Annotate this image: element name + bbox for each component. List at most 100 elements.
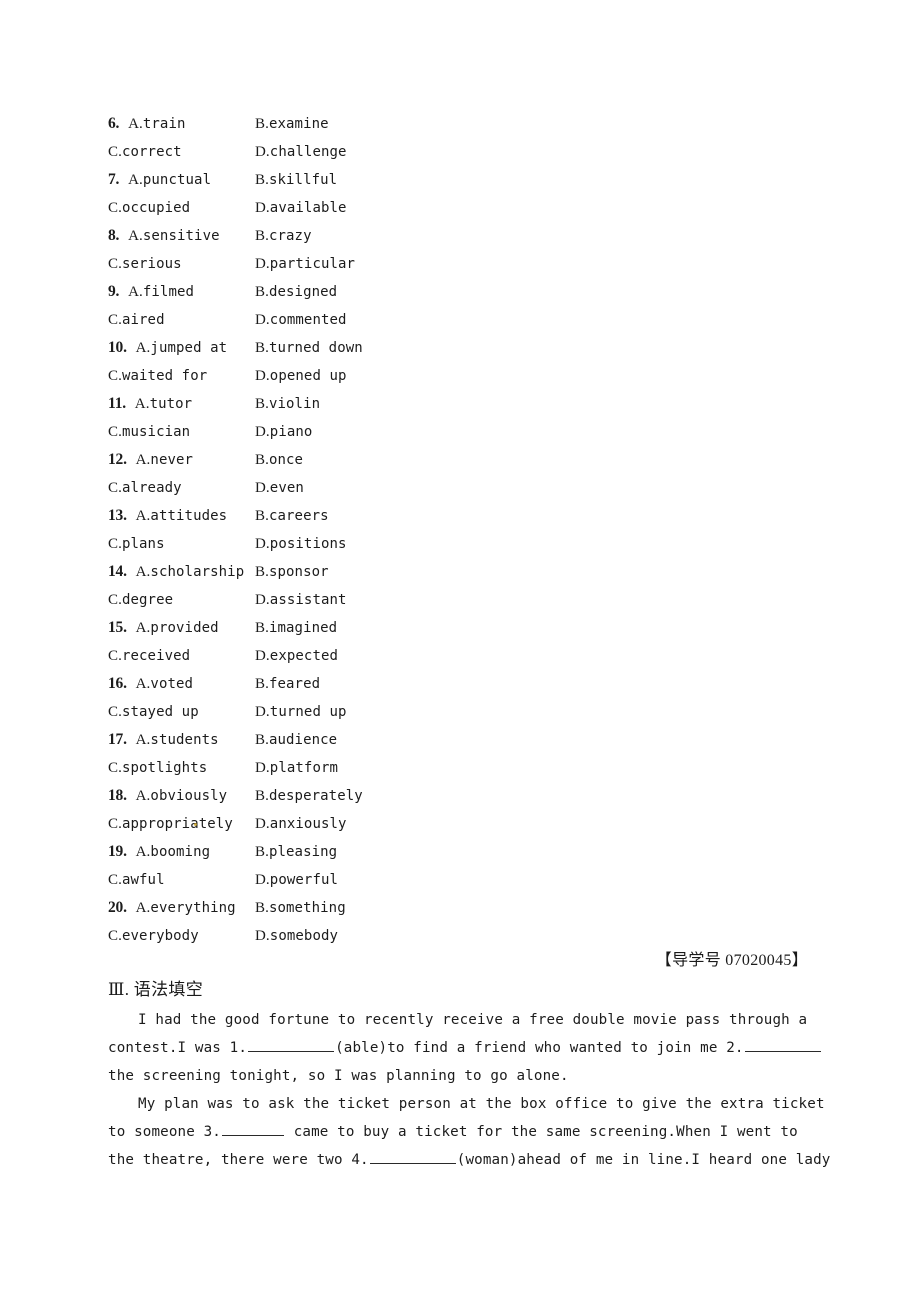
cloze-option-b[interactable]: B.sponsor (255, 558, 585, 586)
cloze-option-c[interactable]: C.occupied (108, 194, 255, 222)
option-label-b: B. (255, 340, 269, 356)
cloze-option-d[interactable]: D.powerful (255, 866, 585, 894)
fill-in-blank[interactable] (369, 1150, 456, 1164)
ink-smudge-artifact (194, 823, 197, 826)
option-text-d: available (269, 200, 347, 216)
option-text-b: examine (268, 116, 329, 132)
cloze-option-b[interactable]: B.audience (255, 726, 585, 754)
cloze-option-a[interactable]: 17. A.students (108, 726, 255, 754)
cloze-option-c[interactable]: C.received (108, 642, 255, 670)
cloze-option-c[interactable]: C.plans (108, 530, 255, 558)
option-text-c: correct (121, 144, 182, 160)
cloze-option-a[interactable]: 9. A.filmed (108, 278, 255, 306)
cloze-item-row: 7. A.punctual B.skillful (108, 166, 808, 194)
cloze-option-c[interactable]: C.correct (108, 138, 255, 166)
cloze-option-b[interactable]: B.violin (255, 390, 585, 418)
cloze-option-d[interactable]: D.platform (255, 754, 585, 782)
option-text-d: particular (269, 256, 356, 272)
cloze-option-d[interactable]: D.even (255, 474, 585, 502)
option-text-a: train (142, 116, 186, 132)
cloze-option-b[interactable]: B.examine (255, 110, 585, 138)
cloze-option-a[interactable]: 13. A.attitudes (108, 502, 255, 530)
cloze-option-d[interactable]: D.available (255, 194, 585, 222)
cloze-option-b[interactable]: B.pleasing (255, 838, 585, 866)
option-text-a: everything (150, 900, 236, 916)
option-label-d: D. (255, 312, 270, 328)
section-heading-grammar-fill: Ⅲ. 语法填空 (108, 980, 203, 999)
cloze-option-a[interactable]: 14. A.scholarship (108, 558, 255, 586)
cloze-item-row: 16. A.voted B.feared (108, 670, 808, 698)
cloze-option-c[interactable]: C.appropriately (108, 810, 255, 838)
option-label-a: A. (135, 620, 151, 636)
cloze-option-a[interactable]: 10. A.jumped at (108, 334, 255, 362)
cloze-option-d[interactable]: D.positions (255, 530, 585, 558)
cloze-option-c[interactable]: C.awful (108, 866, 255, 894)
cloze-option-a[interactable]: 18. A.obviously (108, 782, 255, 810)
cloze-option-c[interactable]: C.degree (108, 586, 255, 614)
cloze-option-a[interactable]: 20. A.everything (108, 894, 255, 922)
option-text-d: anxiously (269, 816, 347, 832)
cloze-option-b[interactable]: B.turned down (255, 334, 585, 362)
cloze-option-a[interactable]: 15. A.provided (108, 614, 255, 642)
cloze-option-c[interactable]: C.aired (108, 306, 255, 334)
option-label-a: A. (135, 452, 151, 468)
cloze-option-c[interactable]: C.already (108, 474, 255, 502)
option-label-c: C. (108, 200, 122, 216)
cloze-option-a[interactable]: 8. A.sensitive (108, 222, 255, 250)
option-label-d: D. (255, 368, 270, 384)
cloze-item-row: C.awful D.powerful (108, 866, 808, 894)
cloze-option-c[interactable]: C.everybody (108, 922, 255, 950)
cloze-option-b[interactable]: B.crazy (255, 222, 585, 250)
cloze-option-d[interactable]: D.particular (255, 250, 585, 278)
cloze-option-b[interactable]: B.imagined (255, 614, 585, 642)
option-label-a: A. (135, 340, 151, 356)
cloze-option-d[interactable]: D.piano (255, 418, 585, 446)
cloze-option-b[interactable]: B.skillful (255, 166, 585, 194)
cloze-option-b[interactable]: B.desperately (255, 782, 585, 810)
cloze-option-d[interactable]: D.challenge (255, 138, 585, 166)
cloze-item-row: C.appropriately D.anxiously (108, 810, 808, 838)
passage-line: contest.I was 1. (able)to find a friend w… (108, 1034, 821, 1062)
cloze-option-a[interactable]: 7. A.punctual (108, 166, 255, 194)
cloze-option-c[interactable]: C.musician (108, 418, 255, 446)
cloze-option-d[interactable]: D.commented (255, 306, 585, 334)
option-text-a: voted (150, 676, 194, 692)
cloze-option-d[interactable]: D.opened up (255, 362, 585, 390)
question-number: 8. (108, 227, 120, 244)
cloze-option-b[interactable]: B.something (255, 894, 585, 922)
cloze-option-b[interactable]: B.feared (255, 670, 585, 698)
cloze-option-a[interactable]: 6. A.train (108, 110, 255, 138)
cloze-option-d[interactable]: D.expected (255, 642, 585, 670)
passage-text: came to buy a ticket for the same screen… (285, 1124, 798, 1140)
cloze-option-c[interactable]: C.serious (108, 250, 255, 278)
option-text-d: expected (269, 648, 339, 664)
cloze-option-a[interactable]: 12. A.never (108, 446, 255, 474)
cloze-option-d[interactable]: D.somebody (255, 922, 585, 950)
option-label-b: B. (255, 116, 269, 132)
fill-in-blank[interactable] (248, 1038, 335, 1052)
cloze-option-c[interactable]: C.spotlights (108, 754, 255, 782)
cloze-item-row: C.aired D.commented (108, 306, 808, 334)
cloze-option-b[interactable]: B.designed (255, 278, 585, 306)
option-label-c: C. (108, 760, 122, 776)
option-text-d: commented (269, 312, 347, 328)
option-label-a: A. (128, 172, 143, 188)
option-label-a: A. (135, 788, 151, 804)
option-text-c: received (121, 648, 191, 664)
cloze-option-c[interactable]: C.stayed up (108, 698, 255, 726)
option-text-a: provided (150, 620, 219, 636)
option-label-a: A. (135, 900, 151, 916)
cloze-option-d[interactable]: D.turned up (255, 698, 585, 726)
cloze-option-a[interactable]: 11. A.tutor (108, 390, 255, 418)
fill-in-blank[interactable] (744, 1038, 821, 1052)
cloze-option-a[interactable]: 19. A.booming (108, 838, 255, 866)
cloze-item-row: C.serious D.particular (108, 250, 808, 278)
cloze-option-b[interactable]: B.once (255, 446, 585, 474)
cloze-option-a[interactable]: 16. A.voted (108, 670, 255, 698)
cloze-option-c[interactable]: C.waited for (108, 362, 255, 390)
fill-in-blank[interactable] (222, 1122, 284, 1136)
cloze-option-d[interactable]: D.anxiously (255, 810, 585, 838)
document-page: 6. A.train B.examine C.correct D.challenge 7… (0, 0, 920, 1302)
cloze-option-d[interactable]: D.assistant (255, 586, 585, 614)
cloze-option-b[interactable]: B.careers (255, 502, 585, 530)
